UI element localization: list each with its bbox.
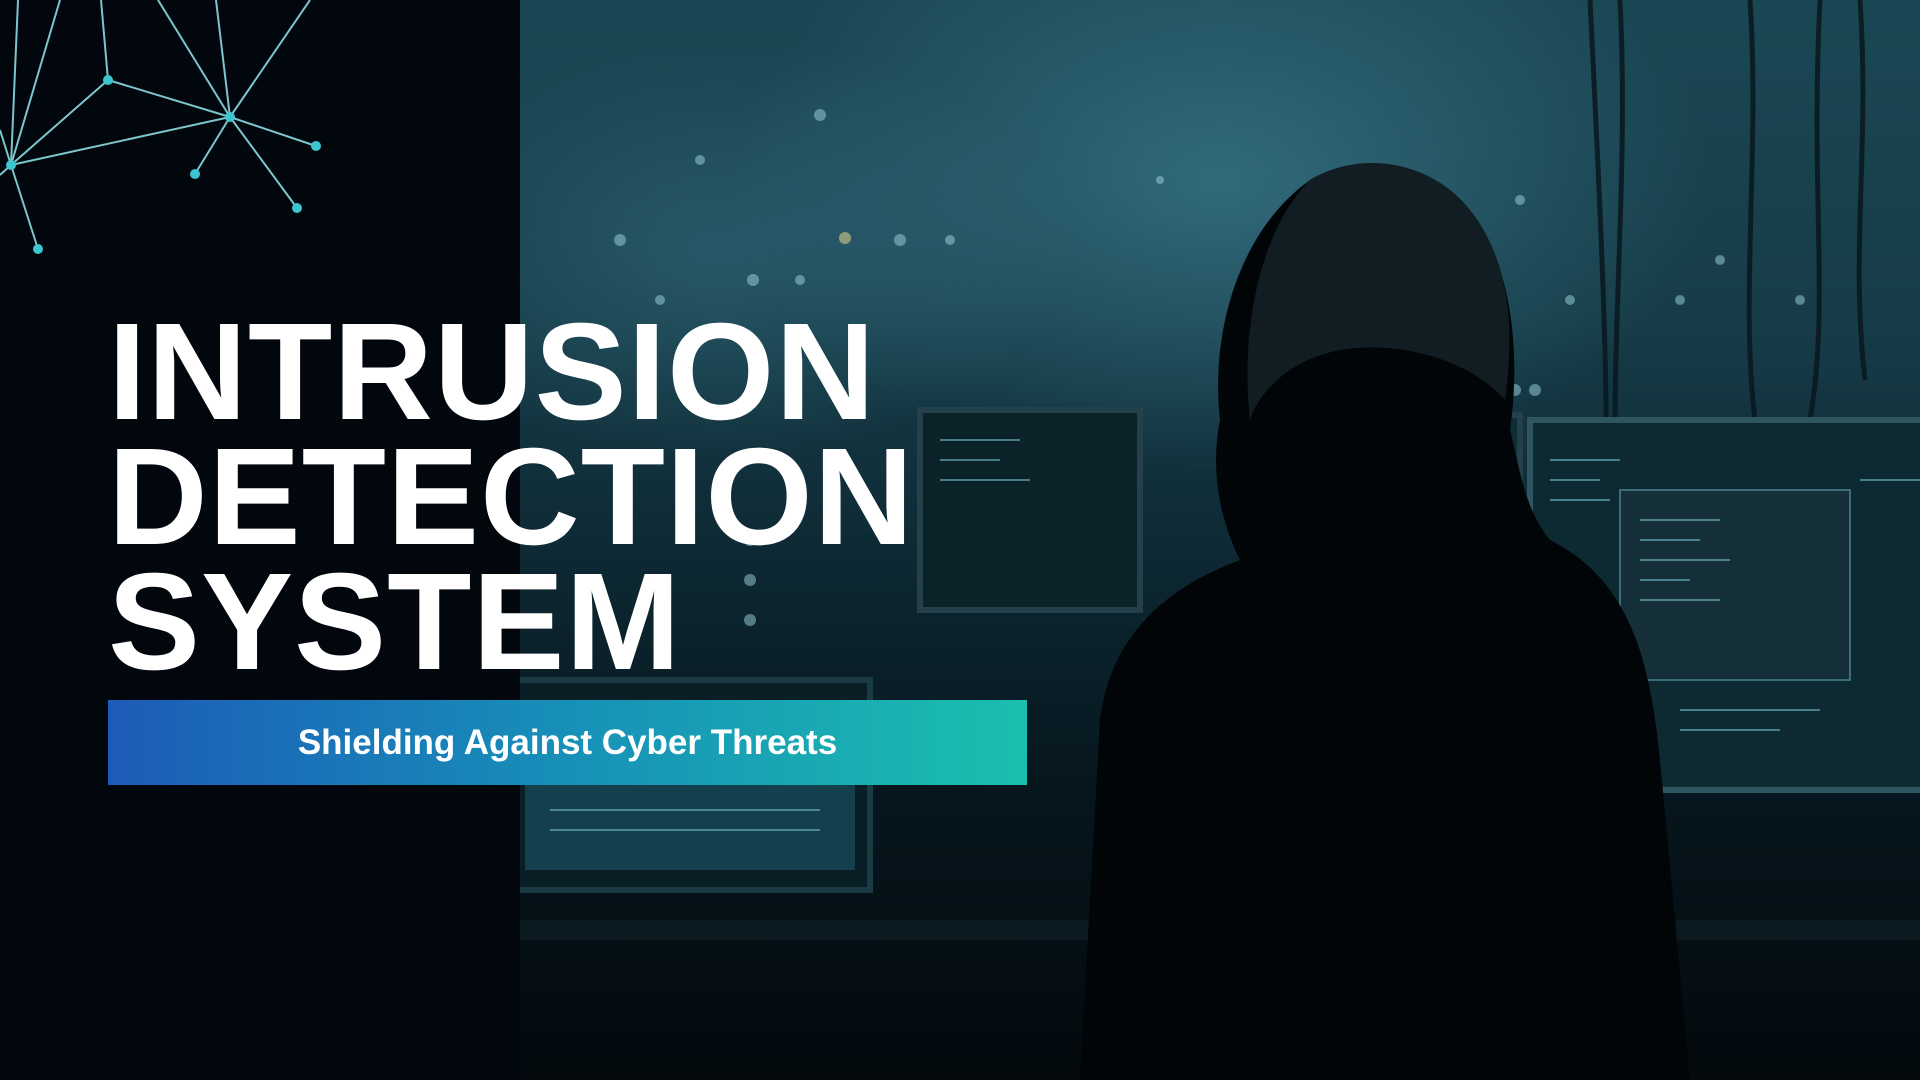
subtitle-banner: Shielding Against Cyber Threats <box>108 700 1027 785</box>
title-line-2: DETECTION <box>108 420 915 574</box>
subtitle-text: Shielding Against Cyber Threats <box>297 722 838 762</box>
slide-title: INTRUSION DETECTION SYSTEM <box>108 295 915 699</box>
title-line-1: INTRUSION <box>108 295 876 449</box>
network-graph-icon <box>0 0 321 254</box>
title-line-3: SYSTEM <box>108 545 682 699</box>
